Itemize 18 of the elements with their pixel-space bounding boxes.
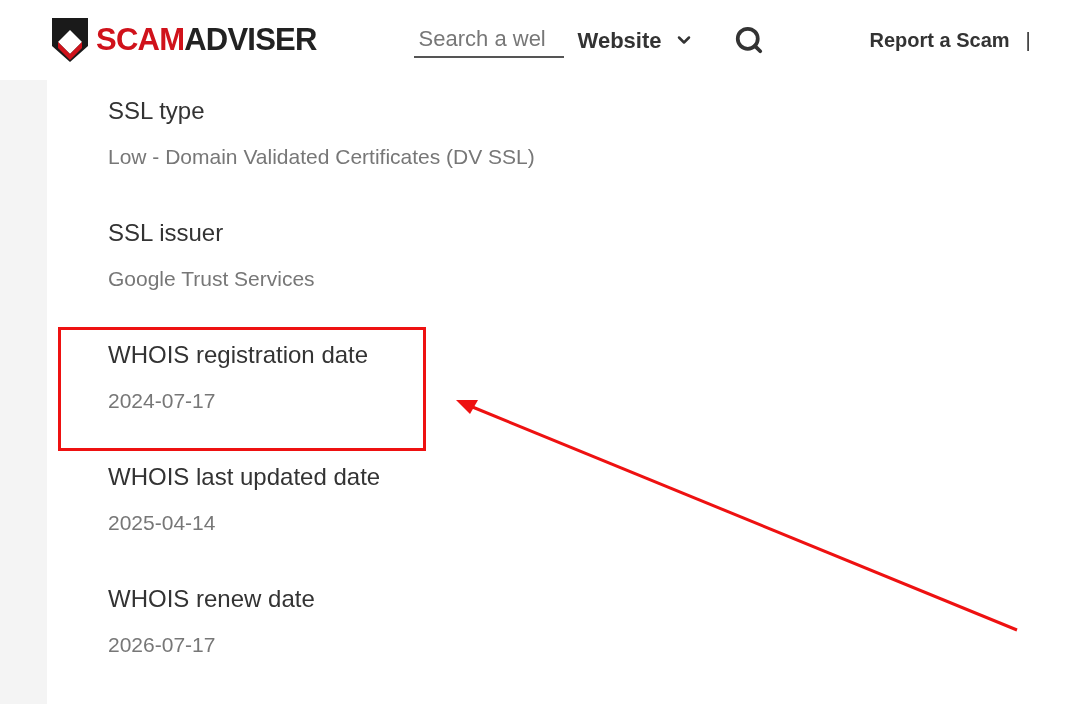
- detail-value: 2024-07-17: [108, 388, 217, 414]
- nav-link[interactable]: Report a Scam: [869, 25, 1010, 55]
- search-icon: [733, 25, 764, 55]
- search-field[interactable]: Search a wel: [413, 22, 564, 58]
- detail-value: 2026-07-17: [108, 632, 217, 658]
- detail-value: 2025-04-14: [108, 510, 217, 536]
- detail-value: Low - Domain Validated Certificates (DV SSL): [108, 144, 535, 170]
- detail-value: Google Trust Services: [108, 266, 316, 292]
- nav-separator: |: [1025, 28, 1031, 53]
- search-button[interactable]: [733, 25, 764, 55]
- detail-label: WHOIS renew date: [108, 584, 316, 614]
- logo-text[interactable]: SCAMADVISER: [96, 16, 317, 64]
- detail-label: SSL type: [108, 96, 206, 126]
- detail-label: WHOIS registration date: [108, 340, 370, 370]
- search-type-dropdown[interactable]: Website: [577, 23, 694, 57]
- shield-logo-icon: [50, 16, 90, 64]
- detail-label: SSL issuer: [108, 218, 225, 248]
- detail-label: WHOIS last updated date: [108, 462, 382, 492]
